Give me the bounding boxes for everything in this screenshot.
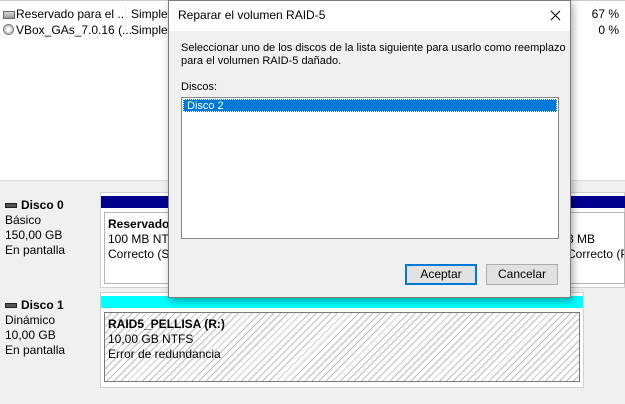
disk-0-size: 150,00 GB xyxy=(5,228,63,242)
cd-icon xyxy=(3,24,14,35)
disk-0-kind: Básico xyxy=(5,213,42,227)
disk-0-title: Disco 0 xyxy=(5,198,98,213)
column-separator xyxy=(125,6,126,22)
volume-free-percent: 67 % xyxy=(591,7,619,21)
disks-list-label: Discos: xyxy=(181,81,218,93)
disk-0-title-text: Disco 0 xyxy=(21,198,64,212)
disk-1-size: 10,00 GB xyxy=(5,328,56,342)
repair-raid5-dialog: Reparar el volumen RAID-5 Seleccionar un… xyxy=(168,0,571,298)
disk-1-title: Disco 1 xyxy=(5,298,98,313)
partition-status: Correcto (Si xyxy=(108,247,170,261)
ok-button[interactable]: Aceptar xyxy=(405,264,477,285)
dialog-title: Reparar el volumen RAID-5 xyxy=(178,8,326,22)
disks-list-item[interactable]: Disco 2 xyxy=(183,99,557,112)
disk-icon xyxy=(5,203,17,208)
cancel-button[interactable]: Cancelar xyxy=(486,264,558,285)
disk-0-header[interactable]: Disco 0 Básico 150,00 GB En pantalla xyxy=(0,198,98,290)
disk-0-partition-reserved[interactable]: Reservado 100 MB NTF Correcto (Si xyxy=(104,212,170,284)
partition-status: Error de redundancia xyxy=(108,347,221,361)
volume-name: VBox_GAs_7.0.16 (... xyxy=(16,23,133,37)
close-icon[interactable] xyxy=(540,1,570,31)
volume-free-percent: 0 % xyxy=(598,23,619,37)
dialog-description-line2: para el volumen RAID-5 dañado. xyxy=(181,55,342,67)
partition-fs: 100 MB NTF xyxy=(108,232,170,246)
disks-list-item-label: Disco 2 xyxy=(187,100,224,112)
partition-name: Reservado xyxy=(108,217,170,231)
disk-icon xyxy=(5,303,17,308)
disk-1-title-text: Disco 1 xyxy=(21,298,64,312)
column-separator xyxy=(125,22,126,38)
volume-type: Simple xyxy=(131,7,168,21)
drive-icon xyxy=(3,11,15,19)
disk-1-kind: Dinámico xyxy=(5,313,56,327)
disk-1-header[interactable]: Disco 1 Dinámico 10,00 GB En pantalla xyxy=(0,298,98,390)
dialog-titlebar[interactable]: Reparar el volumen RAID-5 xyxy=(169,1,570,31)
dialog-description: Seleccionar uno de los discos de la list… xyxy=(181,42,566,68)
column-separator xyxy=(594,22,595,38)
volume-name: Reservado para el ... xyxy=(16,7,128,21)
partition-fs: 10,00 GB NTFS xyxy=(108,332,194,346)
volume-type: Simple xyxy=(131,23,168,37)
disk-0-state: En pantalla xyxy=(5,243,66,257)
disk-0-partition-right[interactable]: 3 MB Correcto (Pa xyxy=(571,212,625,284)
partition-status: Correcto (Pa xyxy=(571,247,624,261)
dialog-description-line1: Seleccionar uno de los discos de la list… xyxy=(181,42,566,54)
disk-1-partition-raid5[interactable]: RAID5_PELLISA (R:) 10,00 GB NTFS Error d… xyxy=(104,312,580,382)
disks-listbox[interactable]: Disco 2 xyxy=(181,97,559,239)
disk-1-state: En pantalla xyxy=(5,343,66,357)
partition-fs: 3 MB xyxy=(571,232,596,246)
partition-name: RAID5_PELLISA (R:) xyxy=(108,317,225,331)
